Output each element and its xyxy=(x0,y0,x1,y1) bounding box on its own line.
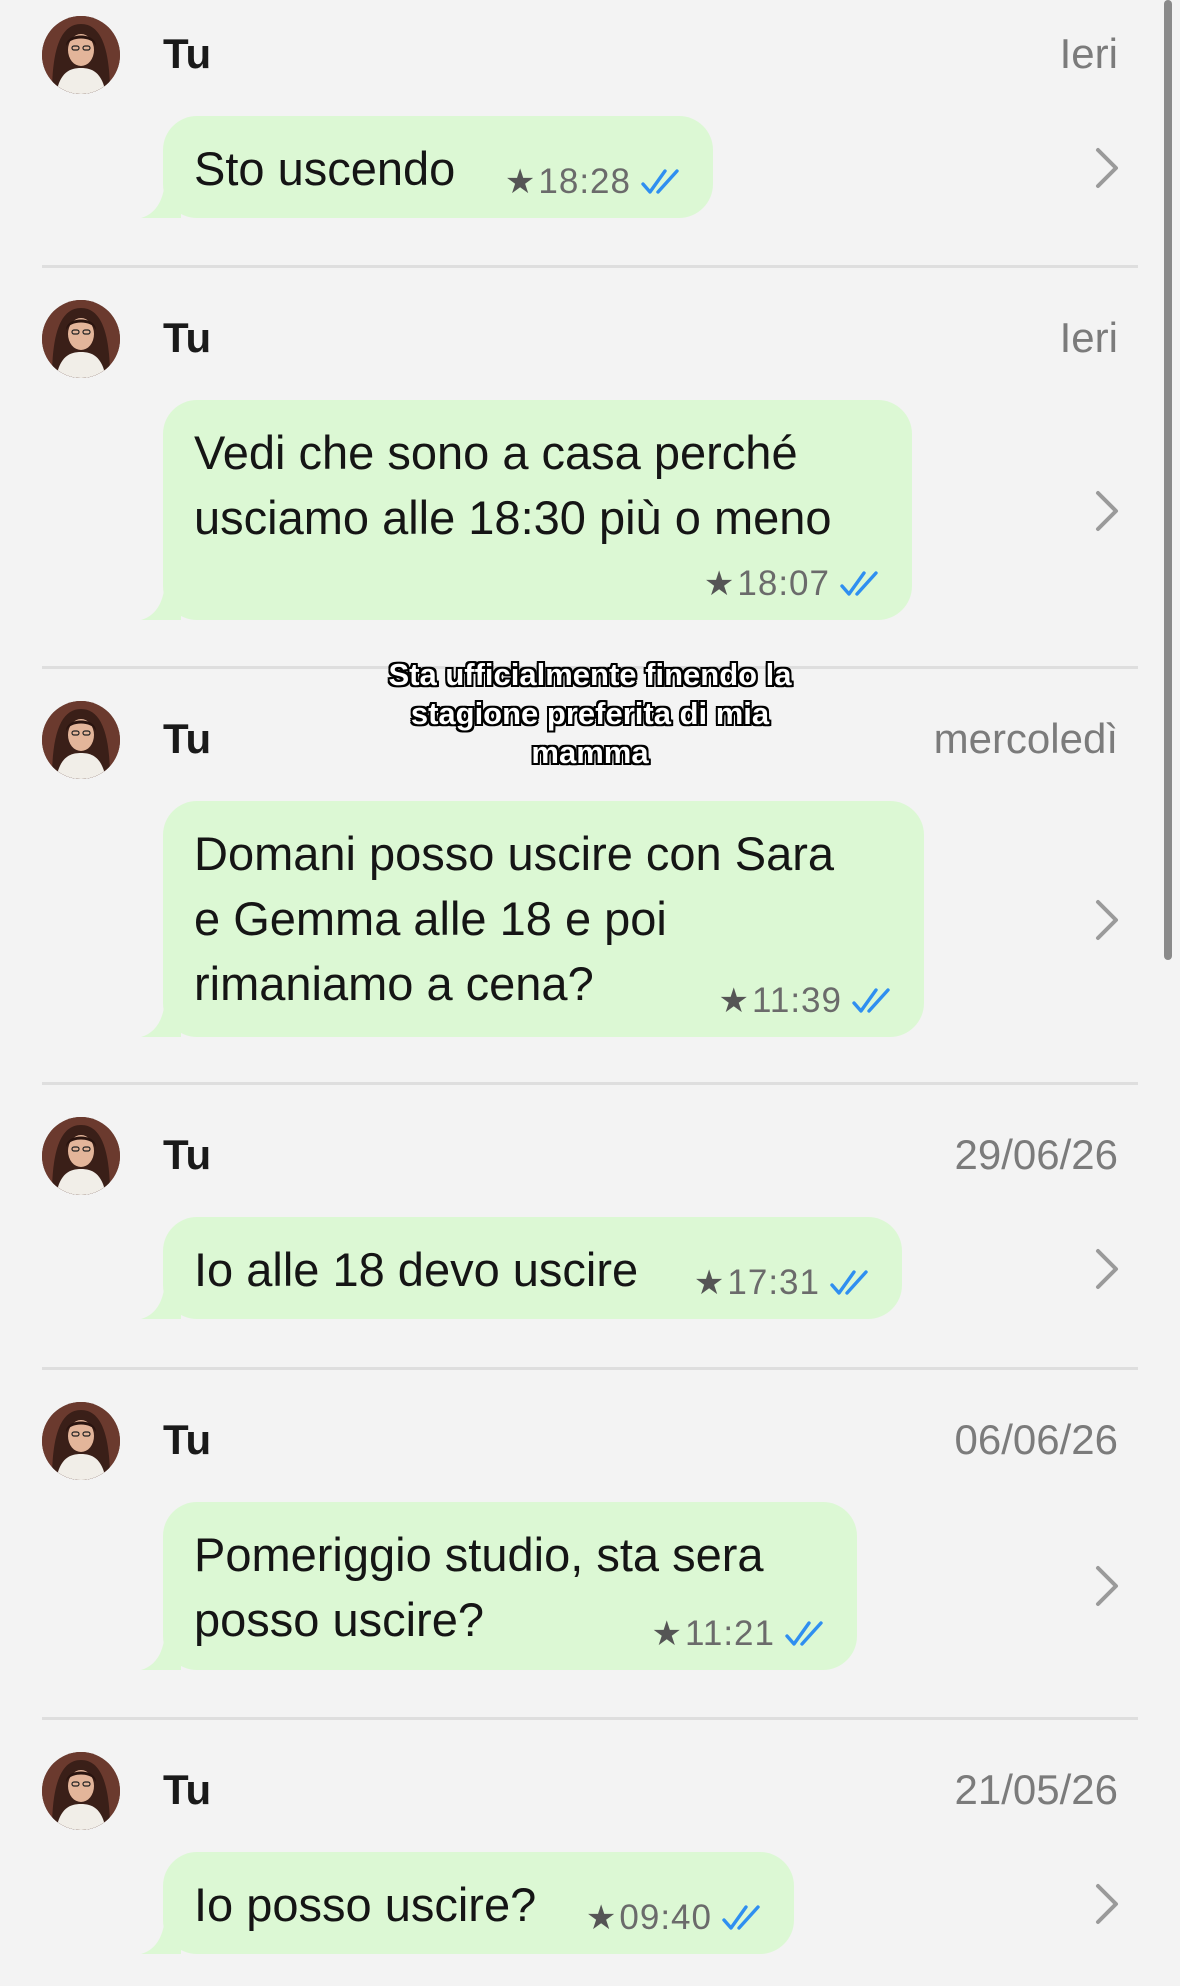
message-meta: ★ 11:39 xyxy=(719,981,898,1021)
message-meta: ★ 17:31 xyxy=(694,1263,876,1303)
chevron-right-icon[interactable] xyxy=(1094,146,1120,190)
sender-name: Tu xyxy=(163,314,212,361)
message-date: 21/05/26 xyxy=(954,1766,1119,1813)
message-text: Vedi che sono a casa perché usciamo alle… xyxy=(194,426,832,544)
sender-name: Tu xyxy=(163,1416,212,1463)
chevron-right-icon[interactable] xyxy=(1094,1247,1120,1291)
bubble-tail xyxy=(141,182,181,218)
divider xyxy=(42,1082,1138,1085)
message-meta: ★ 18:07 xyxy=(704,564,886,604)
avatar xyxy=(42,1752,120,1830)
message-bubble[interactable]: Domani posso uscire con Sara e Gemma all… xyxy=(163,801,924,1037)
star-icon: ★ xyxy=(693,1264,726,1302)
overlay-caption: Sta ufficialmente finendo la stagione pr… xyxy=(388,657,792,770)
message-date: 29/06/26 xyxy=(954,1131,1119,1178)
divider xyxy=(42,265,1138,268)
message-time: 18:07 xyxy=(737,564,830,603)
sender-name: Tu xyxy=(163,30,212,77)
message-bubble[interactable]: Sto uscendo ★ 18:28 xyxy=(163,116,713,218)
avatar xyxy=(42,1117,120,1195)
message-date: 06/06/26 xyxy=(954,1416,1119,1463)
double-check-icon xyxy=(828,1268,876,1298)
message-bubble[interactable]: Pomeriggio studio, sta sera posso uscire… xyxy=(163,1502,857,1670)
star-icon: ★ xyxy=(504,163,537,201)
chevron-right-icon[interactable] xyxy=(1094,898,1120,942)
message-date: mercoledì xyxy=(933,715,1118,762)
message-text: Sto uscendo xyxy=(194,142,456,195)
avatar xyxy=(42,300,120,378)
bubble-tail xyxy=(141,1283,181,1319)
avatar xyxy=(42,1402,120,1480)
message-text: Io posso uscire? xyxy=(194,1878,537,1931)
sender-name: Tu xyxy=(163,1131,212,1178)
message-time: 11:39 xyxy=(752,981,842,1020)
star-icon: ★ xyxy=(718,982,750,1020)
double-check-icon xyxy=(838,569,886,599)
message-bubble[interactable]: Io posso uscire? ★ 09:40 xyxy=(163,1852,794,1954)
double-check-icon xyxy=(639,167,687,197)
bubble-tail xyxy=(141,1634,181,1670)
message-date: Ieri xyxy=(1059,314,1118,361)
double-check-icon xyxy=(850,986,898,1016)
bubble-tail xyxy=(141,1918,181,1954)
bubble-tail xyxy=(141,1001,181,1037)
message-time: 09:40 xyxy=(619,1898,712,1937)
bubble-tail xyxy=(141,584,181,620)
chevron-right-icon[interactable] xyxy=(1094,489,1120,533)
star-icon: ★ xyxy=(703,565,736,603)
avatar xyxy=(42,16,120,94)
message-meta: ★ 09:40 xyxy=(586,1898,768,1938)
message-bubble[interactable]: Io alle 18 devo uscire ★ 17:31 xyxy=(163,1217,902,1319)
message-bubble[interactable]: Vedi che sono a casa perché usciamo alle… xyxy=(163,400,912,620)
double-check-icon xyxy=(783,1619,831,1649)
message-time: 17:31 xyxy=(727,1263,820,1302)
star-icon: ★ xyxy=(651,1615,683,1653)
divider xyxy=(42,1367,1138,1370)
message-text: Io alle 18 devo uscire xyxy=(194,1243,639,1296)
avatar xyxy=(42,701,120,779)
scrollbar[interactable] xyxy=(1164,0,1172,960)
chevron-right-icon[interactable] xyxy=(1094,1564,1120,1608)
star-icon: ★ xyxy=(585,1899,618,1937)
message-time: 18:28 xyxy=(538,162,631,201)
chevron-right-icon[interactable] xyxy=(1094,1882,1120,1926)
sender-name: Tu xyxy=(163,715,212,762)
divider xyxy=(42,1717,1138,1720)
message-date: Ieri xyxy=(1059,30,1118,77)
sender-name: Tu xyxy=(163,1766,212,1813)
message-meta: ★ 18:28 xyxy=(505,162,687,202)
message-time: 11:21 xyxy=(685,1614,775,1653)
message-meta: ★ 11:21 xyxy=(652,1614,831,1654)
double-check-icon xyxy=(720,1903,768,1933)
